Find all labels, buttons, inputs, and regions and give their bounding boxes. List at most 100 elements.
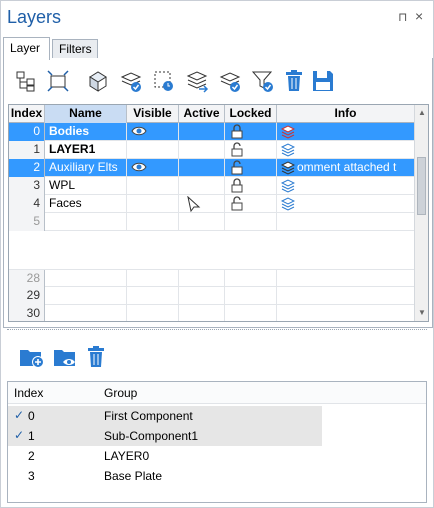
list-item[interactable]: 2 LAYER0 <box>8 446 322 466</box>
layer-cube-icon[interactable] <box>84 66 112 96</box>
table-row[interactable]: 29 <box>9 287 414 305</box>
row-name[interactable] <box>45 213 127 231</box>
locked-cell[interactable] <box>225 123 277 141</box>
folder-add-icon[interactable] <box>19 345 47 373</box>
col-index[interactable]: Index <box>9 105 45 123</box>
locked-cell[interactable] <box>225 177 277 195</box>
info-cell <box>277 305 414 321</box>
pin-icon[interactable]: ⊓ <box>398 10 407 24</box>
group-name: Sub-Component1 <box>104 429 199 443</box>
table-row[interactable]: 1 LAYER1 <box>9 141 414 159</box>
info-cell <box>277 213 414 231</box>
eye-icon <box>131 125 147 141</box>
info-cell <box>277 141 414 159</box>
panel-titlebar: Layers ⊓ × <box>1 1 433 35</box>
active-cell[interactable] <box>179 159 225 177</box>
row-index: 0 <box>9 123 45 141</box>
layers-toolbar <box>4 62 432 102</box>
row-name[interactable]: Faces <box>45 195 127 213</box>
active-cell[interactable] <box>179 213 225 231</box>
tab-layer[interactable]: Layer <box>3 37 50 60</box>
active-cell[interactable] <box>179 177 225 195</box>
layer-tab-content: Index Name Visible Active Locked Info 0 … <box>3 58 433 328</box>
table-row[interactable]: 2 Auxiliary Elts omment attached t <box>9 159 414 177</box>
visible-cell[interactable] <box>127 195 179 213</box>
trash-icon[interactable] <box>280 66 308 96</box>
visible-cell[interactable] <box>127 287 179 305</box>
info-cell <box>277 195 414 213</box>
active-cell[interactable] <box>179 141 225 159</box>
table-row[interactable]: 5 <box>9 213 414 231</box>
locked-cell[interactable] <box>225 195 277 213</box>
col-group-name[interactable]: Group <box>104 386 137 400</box>
folder-view-icon[interactable] <box>53 345 81 373</box>
visible-cell[interactable] <box>127 270 179 288</box>
layers-arrow-icon[interactable] <box>183 66 211 96</box>
locked-cell[interactable] <box>225 159 277 177</box>
scroll-up-icon[interactable]: ▲ <box>418 108 426 117</box>
active-cell[interactable] <box>179 287 225 305</box>
row-name[interactable] <box>45 270 127 288</box>
col-locked[interactable]: Locked <box>225 105 277 123</box>
visible-cell[interactable] <box>127 177 179 195</box>
table-row[interactable]: 28 <box>9 269 414 288</box>
list-item[interactable]: ✓ 1 Sub-Component1 <box>8 426 322 446</box>
col-name[interactable]: Name <box>45 105 127 123</box>
locked-cell[interactable] <box>225 270 277 288</box>
layers-panel: Layers ⊓ × Layer Filters Index Name Visi… <box>0 0 434 508</box>
row-index: 2 <box>9 159 45 177</box>
list-item[interactable]: ✓ 0 First Component <box>8 406 322 426</box>
lock-open-icon <box>231 142 243 159</box>
table-row[interactable]: 3 WPL <box>9 177 414 195</box>
active-cell[interactable] <box>179 195 225 213</box>
table-row[interactable]: 30 <box>9 305 414 321</box>
col-info[interactable]: Info <box>277 105 414 123</box>
table-row[interactable]: 0 Bodies <box>9 123 414 141</box>
row-name[interactable] <box>45 287 127 305</box>
timer-box-icon[interactable] <box>150 66 178 96</box>
active-cell[interactable] <box>179 305 225 321</box>
layer-stack-check-icon[interactable] <box>117 66 145 96</box>
col-group-index[interactable]: Index <box>14 386 43 400</box>
fit-box-icon[interactable] <box>44 66 72 96</box>
lock-open-icon <box>231 160 243 177</box>
scroll-thumb[interactable] <box>417 157 426 215</box>
row-name[interactable] <box>45 305 127 321</box>
list-item[interactable]: 3 Base Plate <box>8 466 322 486</box>
layer-red-icon <box>280 125 296 141</box>
scroll-down-icon[interactable]: ▼ <box>418 308 426 317</box>
grid-vertical-scrollbar[interactable]: ▲ ▼ <box>414 105 428 321</box>
visible-cell[interactable] <box>127 123 179 141</box>
row-name[interactable]: WPL <box>45 177 127 195</box>
locked-cell[interactable] <box>225 141 277 159</box>
panel-splitter[interactable] <box>7 329 427 333</box>
active-cell[interactable] <box>179 270 225 288</box>
row-name[interactable]: LAYER1 <box>45 141 127 159</box>
row-index: 3 <box>9 177 45 195</box>
row-name[interactable]: Auxiliary Elts <box>45 159 127 177</box>
save-icon[interactable] <box>309 66 337 96</box>
visible-cell[interactable] <box>127 141 179 159</box>
col-visible[interactable]: Visible <box>127 105 179 123</box>
visible-cell[interactable] <box>127 305 179 321</box>
table-row[interactable]: 4 Faces <box>9 195 414 213</box>
tree-icon[interactable] <box>12 66 40 96</box>
visible-cell[interactable] <box>127 213 179 231</box>
tab-filters[interactable]: Filters <box>52 39 98 59</box>
close-icon[interactable]: × <box>415 8 423 24</box>
locked-cell[interactable] <box>225 213 277 231</box>
info-cell <box>277 270 414 288</box>
group-name: LAYER0 <box>104 449 150 463</box>
layers-add-icon[interactable] <box>216 66 244 96</box>
row-name[interactable]: Bodies <box>45 123 127 141</box>
locked-cell[interactable] <box>225 305 277 321</box>
group-index: 3 <box>28 469 35 483</box>
funnel-check-icon[interactable] <box>249 66 277 96</box>
group-index: 1 <box>28 429 35 443</box>
trash-icon[interactable] <box>85 345 113 373</box>
visible-cell[interactable] <box>127 159 179 177</box>
col-active[interactable]: Active <box>179 105 225 123</box>
row-index: 29 <box>9 287 45 305</box>
locked-cell[interactable] <box>225 287 277 305</box>
active-cell[interactable] <box>179 123 225 141</box>
